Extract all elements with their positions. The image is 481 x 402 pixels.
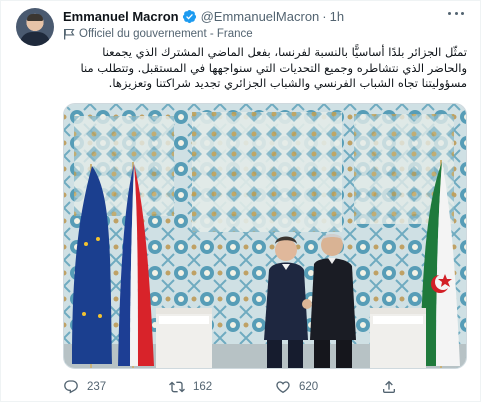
like-count: 620 xyxy=(299,381,319,393)
tweet-time[interactable]: 1h xyxy=(330,9,344,24)
more-icon[interactable] xyxy=(448,10,464,16)
retweet-button[interactable]: 162 xyxy=(169,377,212,397)
photo-press-conference xyxy=(64,104,466,368)
retweet-icon xyxy=(169,381,185,393)
tweet-actions: 237 162 620 xyxy=(63,377,467,397)
avatar[interactable] xyxy=(16,8,54,46)
tweet-text: تمثّل الجزائر بلدًا أساسيًّا بالنسبة لفر… xyxy=(80,45,467,90)
tweet-header: Emmanuel Macron @EmmanuelMacron · 1h xyxy=(63,7,344,25)
header-separator: · xyxy=(322,8,327,24)
tweet-photo[interactable] xyxy=(63,103,467,369)
retweet-count: 162 xyxy=(193,381,213,393)
heart-icon xyxy=(276,381,290,394)
reply-count: 237 xyxy=(87,381,107,393)
share-icon xyxy=(383,380,395,393)
government-flag-icon xyxy=(64,28,75,40)
verified-badge-icon xyxy=(182,9,197,24)
reply-button[interactable]: 237 xyxy=(63,377,106,397)
author-handle[interactable]: @EmmanuelMacron xyxy=(201,9,320,24)
avatar-suit xyxy=(20,32,50,46)
share-button[interactable] xyxy=(381,377,397,397)
account-label-text: Officiel du gouvernement - France xyxy=(79,28,253,40)
like-button[interactable]: 620 xyxy=(275,377,318,397)
reply-icon xyxy=(64,380,78,394)
account-label[interactable]: Officiel du gouvernement - France xyxy=(63,26,253,42)
author-name[interactable]: Emmanuel Macron xyxy=(63,9,179,24)
avatar-hair xyxy=(27,14,43,21)
tweet-card[interactable]: Emmanuel Macron @EmmanuelMacron · 1h Off… xyxy=(0,0,481,402)
